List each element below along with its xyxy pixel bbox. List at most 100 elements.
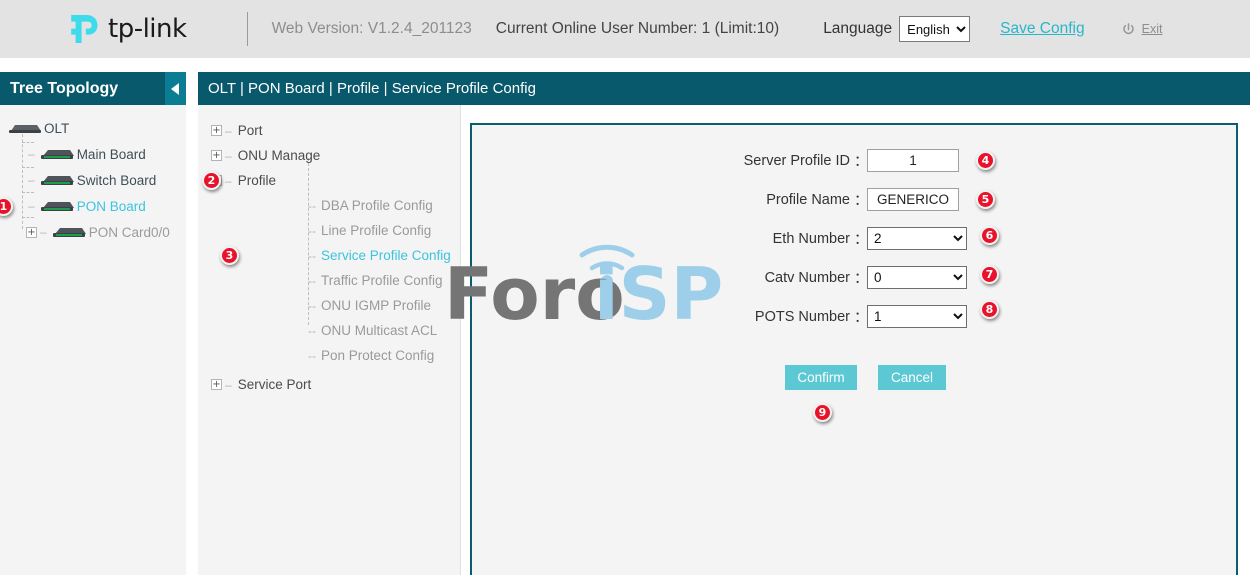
device-icon xyxy=(51,226,87,239)
step-badge-3: 3 xyxy=(220,246,239,265)
device-icon xyxy=(39,174,75,187)
tree-node-label: PON Board xyxy=(77,199,146,214)
menu-item-label: Profile xyxy=(238,173,276,188)
tree-node-label: Main Board xyxy=(77,147,146,162)
exit-button[interactable]: Exit xyxy=(1121,22,1163,37)
cancel-button[interactable]: Cancel xyxy=(878,365,946,390)
dash-icon: – xyxy=(225,124,232,138)
tree-node-main-board[interactable]: – Main Board xyxy=(0,141,186,167)
menu-item-label: ONU IGMP Profile xyxy=(321,298,431,313)
tree-topology-panel: Tree Topology OLT xyxy=(0,72,186,575)
brand-name: tp-link xyxy=(108,14,187,44)
tree-branch-icon: -- xyxy=(308,249,316,263)
step-badge-2: 2 xyxy=(202,171,221,190)
catv-number-select[interactable]: 0 xyxy=(867,266,967,289)
step-badge-1: 1 xyxy=(0,197,13,216)
step-badge-4: 4 xyxy=(976,151,995,170)
field-label: Catv Number xyxy=(472,270,850,286)
left-menu-panel: + – Port + – ONU Manage – – Profile 2 --… xyxy=(198,105,460,575)
step-badge-6: 6 xyxy=(980,226,999,245)
language-select[interactable]: English xyxy=(899,16,970,42)
expand-plus-icon[interactable]: + xyxy=(26,227,37,238)
form-row-profile-name: Profile Name ： 5 xyxy=(472,180,1240,219)
olt-web-ui: tp-link Web Version: V1.2.4_201123 Curre… xyxy=(0,0,1250,575)
save-config-link[interactable]: Save Config xyxy=(1000,20,1084,38)
tree-node-pon-board[interactable]: – PON Board 1 xyxy=(0,193,186,219)
form-row-server-profile-id: Server Profile ID ： 4 xyxy=(472,141,1240,180)
device-icon xyxy=(6,122,42,135)
menu-item-line-profile-config[interactable]: -- Line Profile Config xyxy=(198,218,460,243)
menu-item-label: ONU Multicast ACL xyxy=(321,323,437,338)
menu-item-traffic-profile-config[interactable]: -- Traffic Profile Config xyxy=(198,268,460,293)
tree-branch-icon: -- xyxy=(308,349,316,363)
menu-item-label: Service Port xyxy=(238,377,312,392)
menu-item-label: DBA Profile Config xyxy=(321,198,433,213)
tree-branch-icon: -- xyxy=(308,299,316,313)
dash-icon: – xyxy=(225,149,232,163)
menu-list: + – Port + – ONU Manage – – Profile 2 --… xyxy=(198,105,460,397)
tree-topology-header: Tree Topology xyxy=(0,72,186,105)
profile-name-input[interactable] xyxy=(867,188,959,211)
brand-logo: tp-link xyxy=(68,12,187,46)
menu-item-onu-manage[interactable]: + – ONU Manage xyxy=(198,143,460,168)
tree-node-label: OLT xyxy=(44,121,69,136)
menu-item-pon-protect-config[interactable]: -- Pon Protect Config xyxy=(198,343,460,368)
field-label: Eth Number xyxy=(472,231,850,247)
step-badge-9: 9 xyxy=(813,403,832,422)
tree-branch-icon: -- xyxy=(308,199,316,213)
online-user-count-text: Current Online User Number: 1 (Limit:10) xyxy=(496,20,779,38)
step-badge-8: 8 xyxy=(980,300,999,319)
tree-branch-icon: -- xyxy=(308,274,316,288)
tree-node-label: PON Card0/0 xyxy=(89,225,170,240)
field-label: POTS Number xyxy=(472,309,850,325)
confirm-button[interactable]: Confirm xyxy=(785,365,857,390)
menu-item-onu-multicast-acl[interactable]: -- ONU Multicast ACL xyxy=(198,318,460,343)
top-header: tp-link Web Version: V1.2.4_201123 Curre… xyxy=(0,0,1250,58)
step-badge-7: 7 xyxy=(980,265,999,284)
menu-item-label: Traffic Profile Config xyxy=(321,273,443,288)
tree-node-label: Switch Board xyxy=(77,173,157,188)
exit-label: Exit xyxy=(1142,22,1163,36)
tree-branch-icon: -- xyxy=(308,324,316,338)
menu-item-onu-igmp-profile[interactable]: -- ONU IGMP Profile xyxy=(198,293,460,318)
step-badge-5: 5 xyxy=(976,190,995,209)
power-icon xyxy=(1121,22,1136,37)
expand-plus-icon[interactable]: + xyxy=(211,379,222,390)
dash-icon: – xyxy=(225,174,232,188)
menu-item-dba-profile-config[interactable]: -- DBA Profile Config xyxy=(198,193,460,218)
menu-item-label: ONU Manage xyxy=(238,148,321,163)
menu-item-label: Line Profile Config xyxy=(321,223,431,238)
tp-link-logo-icon xyxy=(68,12,102,46)
form-row-eth-number: Eth Number ： 2 6 xyxy=(472,219,1240,258)
menu-item-service-port[interactable]: + – Service Port xyxy=(198,372,460,397)
form-row-catv-number: Catv Number ： 0 7 xyxy=(472,258,1240,297)
device-icon xyxy=(39,200,75,213)
menu-item-label: Port xyxy=(238,123,263,138)
dash-icon: – xyxy=(28,147,35,161)
eth-number-select[interactable]: 2 xyxy=(867,227,967,250)
content-area: Foro iSP Server Profile ID ： 4 Profile N… xyxy=(461,105,1250,575)
tree-node-switch-board[interactable]: – Switch Board xyxy=(0,167,186,193)
menu-item-profile[interactable]: – – Profile 2 xyxy=(198,168,460,193)
field-label: Profile Name xyxy=(472,192,850,208)
breadcrumb-bar: OLT | PON Board | Profile | Service Prof… xyxy=(198,72,1250,105)
form-row-pots-number: POTS Number ： 1 8 xyxy=(472,297,1240,336)
breadcrumb: OLT | PON Board | Profile | Service Prof… xyxy=(208,80,536,97)
dash-icon: – xyxy=(28,173,35,187)
menu-item-label: Pon Protect Config xyxy=(321,348,434,363)
tree-branch-icon: -- xyxy=(308,224,316,238)
service-profile-form-panel: Foro iSP Server Profile ID ： 4 Profile N… xyxy=(470,123,1238,575)
panel-gap xyxy=(186,105,198,575)
language-label: Language xyxy=(823,20,892,38)
menu-item-label: Service Profile Config xyxy=(321,248,451,263)
tree-topology-body: OLT – Main Board – xyxy=(0,105,186,245)
expand-plus-icon[interactable]: + xyxy=(211,125,222,136)
server-profile-id-input[interactable] xyxy=(867,149,959,172)
menu-item-service-profile-config[interactable]: -- Service Profile Config 3 xyxy=(198,243,460,268)
menu-item-port[interactable]: + – Port xyxy=(198,118,460,143)
tree-node-pon-card[interactable]: + – PON Card0/0 xyxy=(0,219,186,245)
chevron-left-icon[interactable] xyxy=(165,72,186,105)
pots-number-select[interactable]: 1 xyxy=(867,305,967,328)
expand-plus-icon[interactable]: + xyxy=(211,150,222,161)
tree-node-olt[interactable]: OLT xyxy=(0,115,186,141)
